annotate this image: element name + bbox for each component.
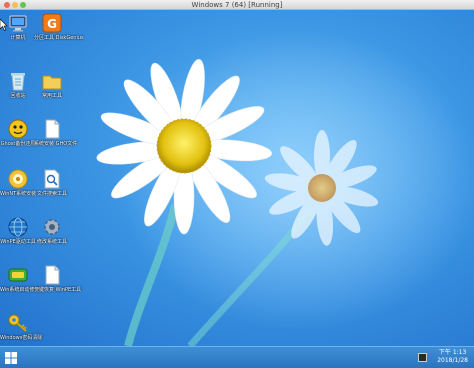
desktop-icon-winpe-recovery[interactable]: 一键恢复 WinPE工具 (34, 264, 81, 293)
desktop-icon-ghost[interactable]: Ghost备份还原 (0, 118, 36, 147)
recycle-bin-icon (11, 73, 25, 91)
desktop-icon-diskgenius[interactable]: G 分区工具 DiskGenius (34, 12, 84, 41)
folder-icon (42, 75, 62, 90)
system-clock[interactable]: 下午 1:13 2018/1/28 (437, 349, 468, 365)
blank-document-icon (45, 265, 60, 285)
computer-icon (9, 15, 27, 32)
network-globe-icon (8, 217, 28, 237)
search-document-icon (44, 169, 60, 189)
desktop-icon-gho-install[interactable]: 系统安装 GHO文件 (34, 118, 77, 147)
diskgenius-icon: G (42, 13, 62, 33)
clock-date: 2018/1/28 (437, 357, 468, 364)
tray-app-icon[interactable] (418, 353, 427, 362)
desktop-icon-common-tools[interactable]: 常用工具 (34, 70, 70, 99)
desktop[interactable]: 计算机 回收站 Ghost备份还原 WinNT系统安装 WinPE驱动工具 Wi… (0, 10, 474, 346)
desktop-icon-file-search[interactable]: 文件搜索工具 (34, 168, 70, 197)
mouse-cursor (0, 19, 8, 31)
document-icon (45, 119, 60, 139)
desktop-icon-winpe-driver[interactable]: WinPE驱动工具 (0, 216, 36, 245)
desktop-icon-password-clear[interactable]: Windows密码清除 (0, 312, 42, 341)
desktop-icon-winnt-setup[interactable]: WinNT系统安装 (0, 168, 36, 197)
wallpaper-daisies (96, 30, 474, 346)
taskbar: 下午 1:13 2018/1/28 (0, 346, 474, 368)
disc-icon (8, 169, 28, 189)
desktop-icon-boot-repair[interactable]: Win系统启动修复 (0, 264, 39, 293)
boot-repair-icon (8, 268, 28, 282)
window-titlebar[interactable]: Windows 7 (64) [Running] (0, 0, 474, 10)
window-title: Windows 7 (64) [Running] (191, 1, 283, 9)
svg-text:G: G (47, 17, 57, 31)
ghost-icon (8, 119, 28, 139)
key-icon (8, 314, 27, 332)
gear-icon (44, 219, 60, 235)
desktop-icon-recycle-bin[interactable]: 回收站 (0, 70, 36, 99)
desktop-icon-system-tools[interactable]: 修改系统工具 (34, 216, 70, 245)
clock-time: 下午 1:13 (438, 349, 467, 356)
windows-logo-icon[interactable] (4, 351, 18, 365)
